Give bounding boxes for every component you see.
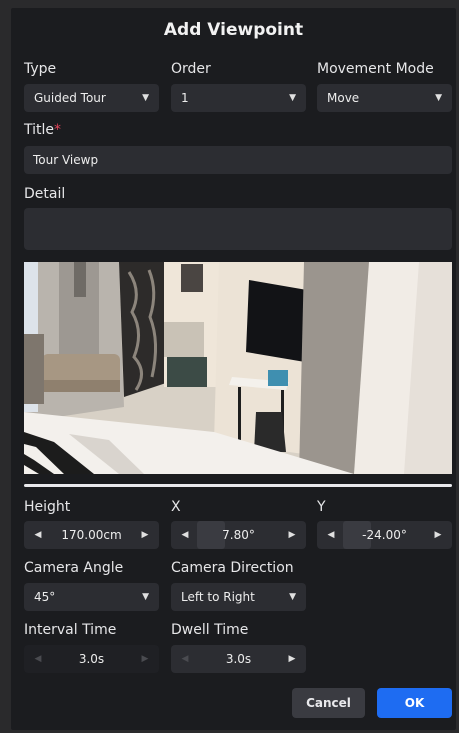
add-viewpoint-dialog: Add Viewpoint Type Order Movement Mode G… [11, 8, 456, 730]
movement-mode-select[interactable]: Move ▼ [317, 84, 452, 112]
arrow-left-icon[interactable]: ◀ [325, 530, 337, 540]
interval-time-label: Interval Time [24, 622, 117, 638]
type-select[interactable]: Guided Tour ▼ [24, 84, 159, 112]
caret-down-icon: ▼ [142, 93, 149, 103]
arrow-right-icon[interactable]: ▶ [286, 530, 298, 540]
title-label-text: Title [24, 122, 55, 138]
dwell-time-label: Dwell Time [171, 622, 249, 638]
interval-time-stepper[interactable]: ◀ 3.0s ▶ [24, 645, 159, 673]
preview-progress-bar [24, 484, 452, 487]
type-select-value: Guided Tour [34, 91, 106, 105]
order-select-value: 1 [181, 91, 189, 105]
arrow-left-icon[interactable]: ◀ [32, 530, 44, 540]
height-stepper[interactable]: ◀ 170.00cm ▶ [24, 521, 159, 549]
viewpoint-preview-image [24, 262, 452, 474]
required-mark: * [54, 122, 62, 138]
height-label: Height [24, 499, 71, 515]
order-select[interactable]: 1 ▼ [171, 84, 306, 112]
detail-label: Detail [24, 186, 66, 202]
arrow-right-icon[interactable]: ▶ [139, 654, 151, 664]
y-stepper[interactable]: ◀ -24.00° ▶ [317, 521, 452, 549]
arrow-left-icon[interactable]: ◀ [32, 654, 44, 664]
title-label: Title* [24, 122, 61, 138]
caret-down-icon: ▼ [435, 93, 442, 103]
camera-angle-label: Camera Angle [24, 560, 124, 576]
title-input[interactable]: Tour Viewp [24, 146, 452, 174]
arrow-left-icon[interactable]: ◀ [179, 654, 191, 664]
dialog-title: Add Viewpoint [163, 20, 304, 40]
caret-down-icon: ▼ [289, 93, 296, 103]
ok-button[interactable]: OK [377, 688, 452, 718]
cancel-button[interactable]: Cancel [292, 688, 365, 718]
arrow-left-icon[interactable]: ◀ [179, 530, 191, 540]
type-label: Type [24, 61, 57, 77]
x-stepper[interactable]: ◀ 7.80° ▶ [171, 521, 306, 549]
camera-angle-select[interactable]: 45° ▼ [24, 583, 159, 611]
movement-mode-select-value: Move [327, 91, 360, 105]
arrow-right-icon[interactable]: ▶ [139, 530, 151, 540]
arrow-right-icon[interactable]: ▶ [286, 654, 298, 664]
caret-down-icon: ▼ [142, 592, 149, 602]
movement-mode-label: Movement Mode [317, 61, 434, 77]
camera-direction-value: Left to Right [181, 590, 255, 604]
y-label: Y [317, 499, 326, 515]
dwell-time-value: 3.0s [225, 652, 252, 666]
dwell-time-stepper[interactable]: ◀ 3.0s ▶ [171, 645, 306, 673]
arrow-right-icon[interactable]: ▶ [432, 530, 444, 540]
x-label: X [171, 499, 181, 515]
caret-down-icon: ▼ [289, 592, 296, 602]
interval-time-value: 3.0s [78, 652, 105, 666]
y-value: -24.00° [362, 528, 407, 542]
camera-direction-label: Camera Direction [171, 560, 294, 576]
camera-angle-value: 45° [34, 590, 56, 604]
height-value: 170.00cm [61, 528, 122, 542]
detail-input[interactable] [24, 208, 452, 250]
title-input-value: Tour Viewp [33, 153, 99, 167]
order-label: Order [171, 61, 211, 77]
x-value: 7.80° [222, 528, 255, 542]
camera-direction-select[interactable]: Left to Right ▼ [171, 583, 306, 611]
